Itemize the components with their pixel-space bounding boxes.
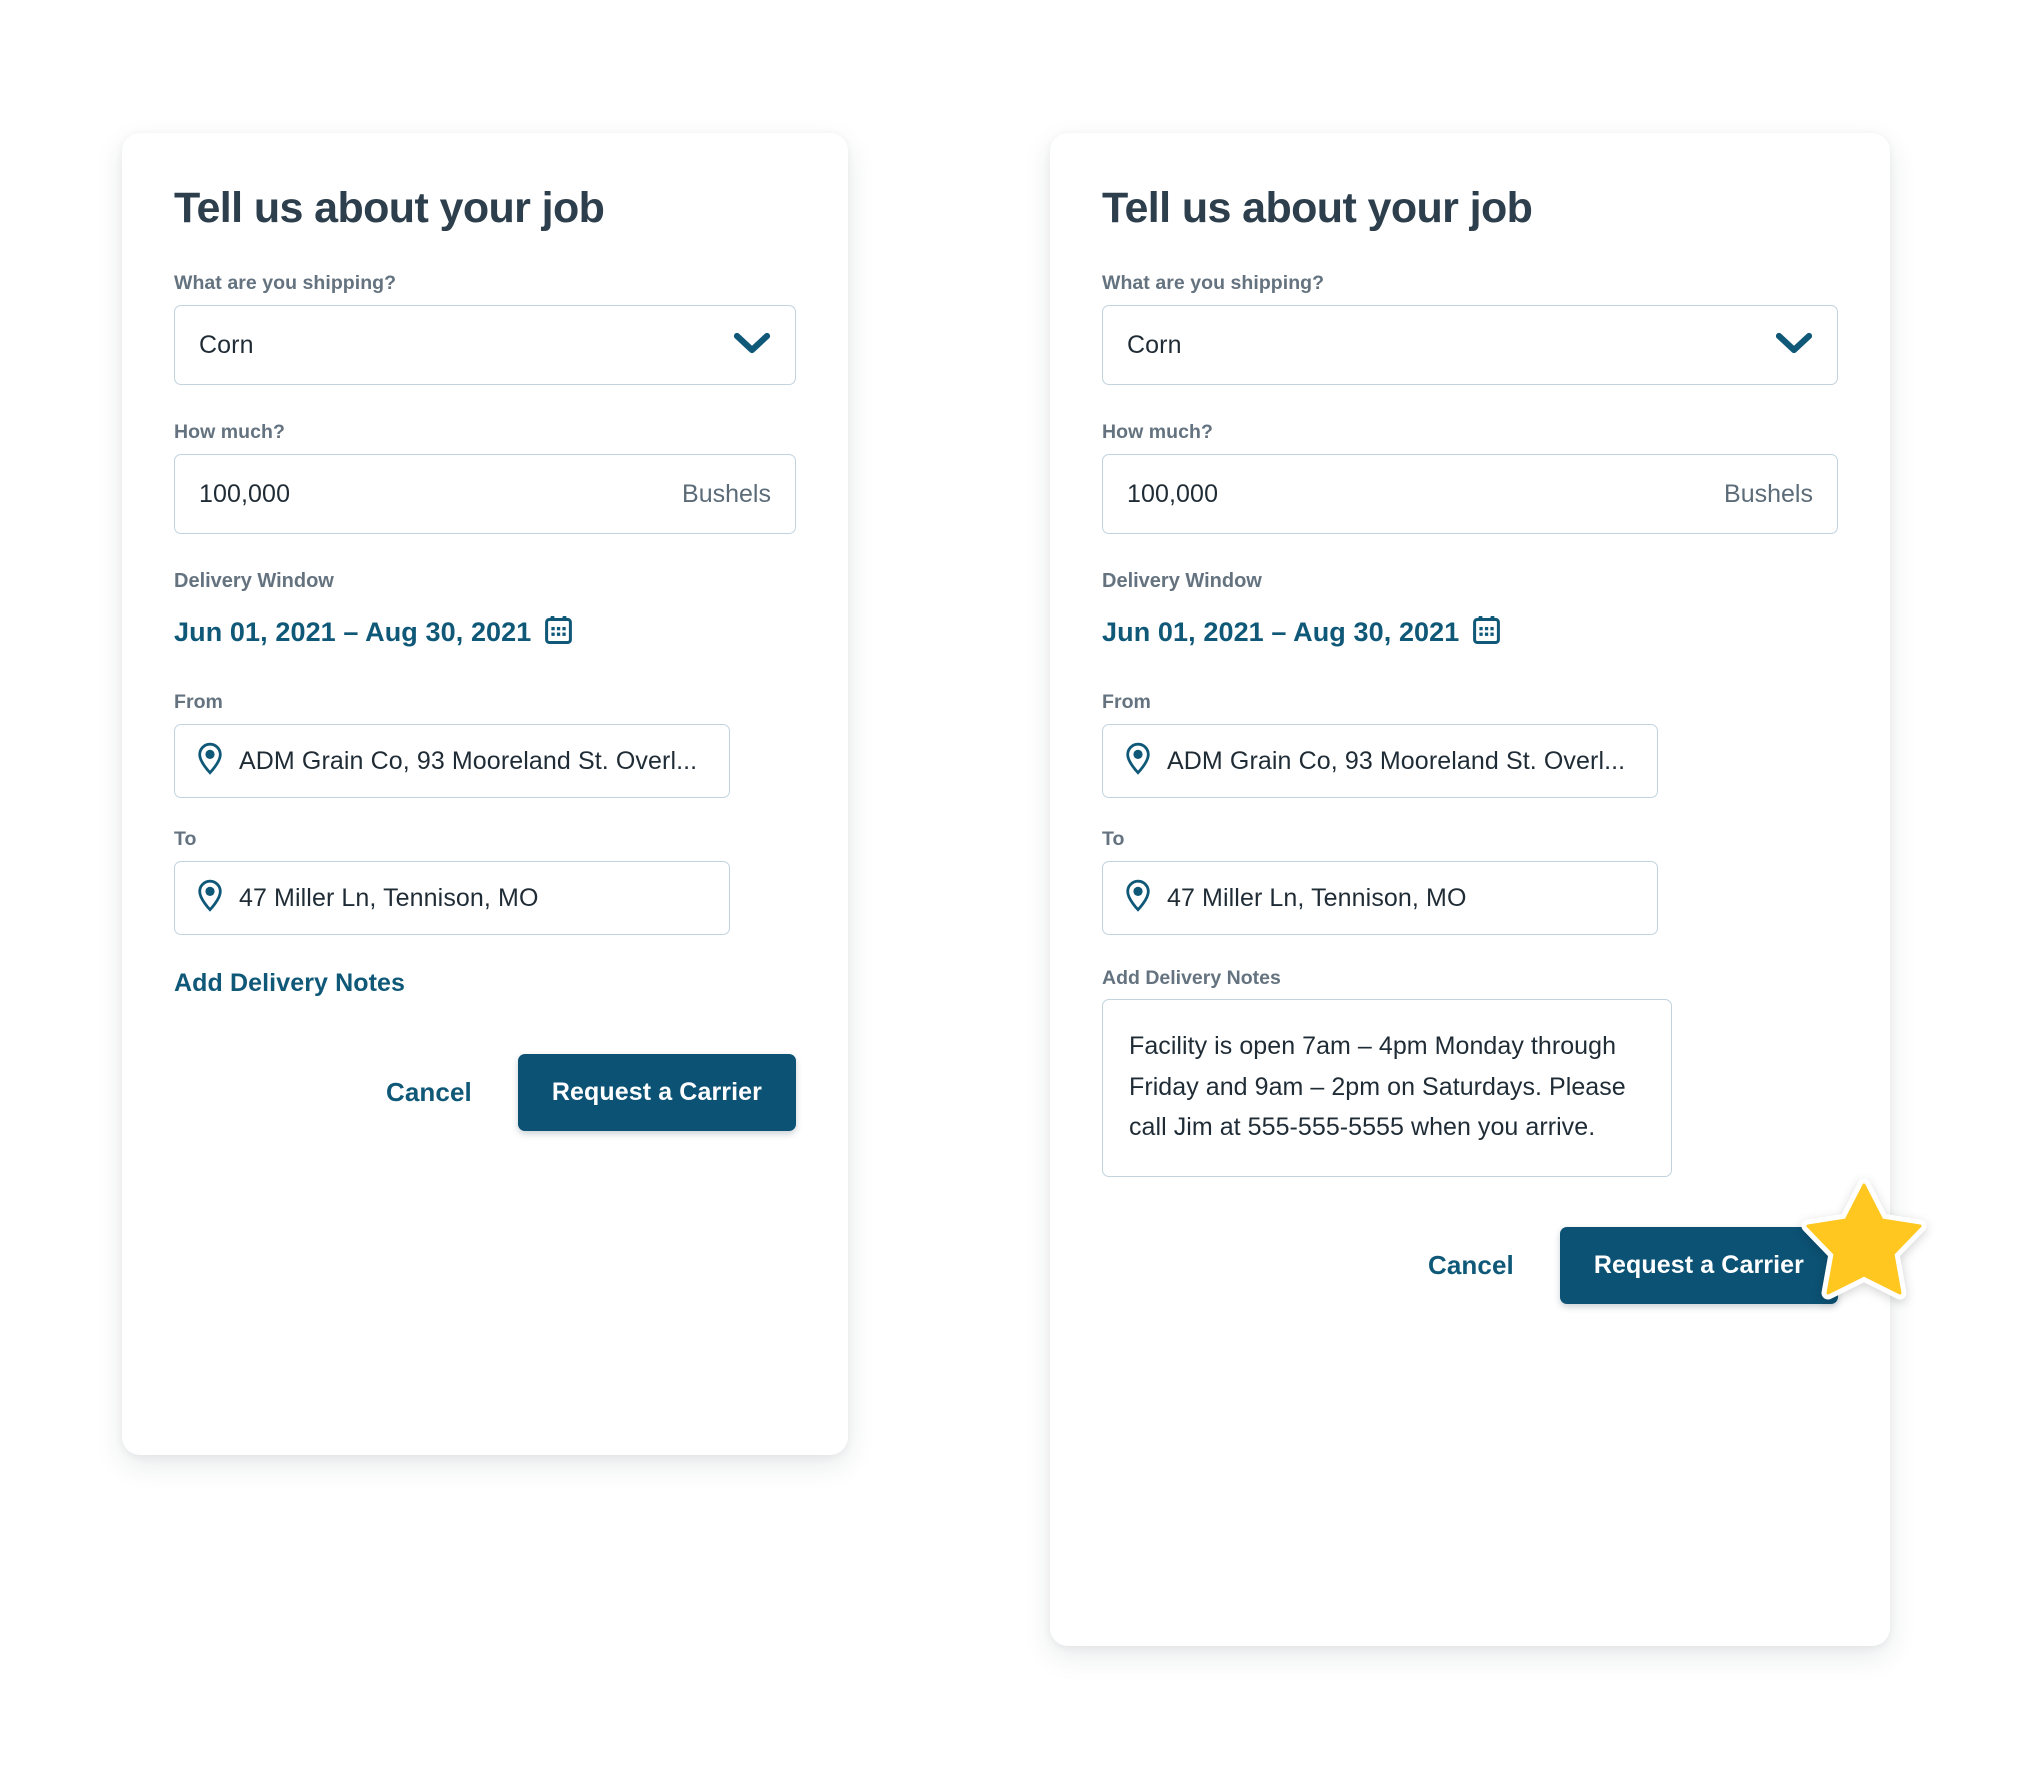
chevron-down-icon — [1775, 331, 1813, 360]
from-value: ADM Grain Co, 93 Mooreland St. Overl... — [239, 746, 698, 775]
form-actions: Cancel Request a Carrier — [1102, 1226, 1838, 1304]
cancel-button[interactable]: Cancel — [386, 1077, 472, 1108]
chevron-down-icon — [733, 331, 771, 360]
page-title: Tell us about your job — [1102, 184, 1533, 232]
cancel-button[interactable]: Cancel — [1428, 1250, 1514, 1281]
delivery-window-label: Delivery Window — [1102, 570, 1262, 593]
amount-field-group: How much? 100,000 Bushels — [174, 421, 796, 535]
amount-unit: Bushels — [1724, 479, 1813, 508]
delivery-window-range: Jun 01, 2021 – Aug 30, 2021 — [174, 616, 532, 647]
page-title: Tell us about your job — [174, 184, 605, 232]
amount-label: How much? — [174, 421, 285, 444]
amount-value: 100,000 — [199, 479, 291, 508]
shipping-value: Corn — [199, 330, 254, 359]
delivery-window-picker[interactable]: Jun 01, 2021 – Aug 30, 2021 — [1102, 615, 1838, 649]
screenshot-canvas: Tell us about your job What are you ship… — [0, 0, 2020, 1768]
shipping-label: What are you shipping? — [1102, 272, 1325, 295]
add-delivery-notes-link[interactable]: Add Delivery Notes — [174, 969, 405, 998]
location-pin-icon — [1125, 742, 1151, 780]
add-delivery-notes-row: Add Delivery Notes — [174, 969, 796, 998]
amount-input[interactable]: 100,000 Bushels — [174, 454, 796, 535]
shipping-field-group: What are you shipping? Corn — [1102, 272, 1838, 386]
shipping-select[interactable]: Corn — [1102, 305, 1838, 386]
delivery-window-group: Delivery Window Jun 01, 2021 – Aug 30, 2… — [1102, 570, 1838, 649]
calendar-icon[interactable] — [1473, 615, 1501, 649]
calendar-icon[interactable] — [545, 615, 573, 649]
star-icon — [1800, 1175, 1928, 1303]
shipping-select[interactable]: Corn — [174, 305, 796, 386]
location-pin-icon — [1125, 879, 1151, 917]
to-value: 47 Miller Ln, Tennison, MO — [239, 883, 539, 912]
request-carrier-button[interactable]: Request a Carrier — [517, 1054, 796, 1132]
delivery-notes-textarea[interactable]: Facility is open 7am – 4pm Monday throug… — [1102, 999, 1672, 1177]
delivery-notes-label: Add Delivery Notes — [1102, 967, 1281, 990]
job-form-card-collapsed: Tell us about your job What are you ship… — [122, 133, 848, 1455]
job-form-card-with-notes: Tell us about your job What are you ship… — [1050, 133, 1890, 1646]
location-pin-icon — [197, 742, 223, 780]
shipping-field-group: What are you shipping? Corn — [174, 272, 796, 386]
amount-label: How much? — [1102, 421, 1213, 444]
to-field-group: To 47 Miller Ln, Tennison, MO — [1102, 828, 1838, 936]
to-label: To — [174, 828, 197, 851]
delivery-window-group: Delivery Window Jun 01, 2021 – Aug 30, 2… — [174, 570, 796, 649]
request-carrier-button[interactable]: Request a Carrier — [1559, 1226, 1838, 1304]
amount-value: 100,000 — [1127, 479, 1219, 508]
to-value: 47 Miller Ln, Tennison, MO — [1167, 883, 1467, 912]
delivery-window-range: Jun 01, 2021 – Aug 30, 2021 — [1102, 616, 1460, 647]
from-label: From — [174, 691, 223, 714]
from-field-group: From ADM Grain Co, 93 Mooreland St. Over… — [174, 691, 796, 799]
amount-field-group: How much? 100,000 Bushels — [1102, 421, 1838, 535]
shipping-value: Corn — [1127, 330, 1182, 359]
delivery-window-picker[interactable]: Jun 01, 2021 – Aug 30, 2021 — [174, 615, 796, 649]
to-field-group: To 47 Miller Ln, Tennison, MO — [174, 828, 796, 936]
location-pin-icon — [197, 879, 223, 917]
to-input[interactable]: 47 Miller Ln, Tennison, MO — [174, 861, 730, 936]
from-field-group: From ADM Grain Co, 93 Mooreland St. Over… — [1102, 691, 1838, 799]
amount-input[interactable]: 100,000 Bushels — [1102, 454, 1838, 535]
to-label: To — [1102, 828, 1125, 851]
from-input[interactable]: ADM Grain Co, 93 Mooreland St. Overl... — [1102, 724, 1658, 799]
shipping-label: What are you shipping? — [174, 272, 397, 295]
delivery-notes-group: Add Delivery Notes Facility is open 7am … — [1102, 967, 1838, 1177]
from-label: From — [1102, 691, 1151, 714]
from-value: ADM Grain Co, 93 Mooreland St. Overl... — [1167, 746, 1626, 775]
to-input[interactable]: 47 Miller Ln, Tennison, MO — [1102, 861, 1658, 936]
delivery-window-label: Delivery Window — [174, 570, 334, 593]
from-input[interactable]: ADM Grain Co, 93 Mooreland St. Overl... — [174, 724, 730, 799]
form-actions: Cancel Request a Carrier — [174, 1054, 796, 1132]
amount-unit: Bushels — [682, 479, 771, 508]
